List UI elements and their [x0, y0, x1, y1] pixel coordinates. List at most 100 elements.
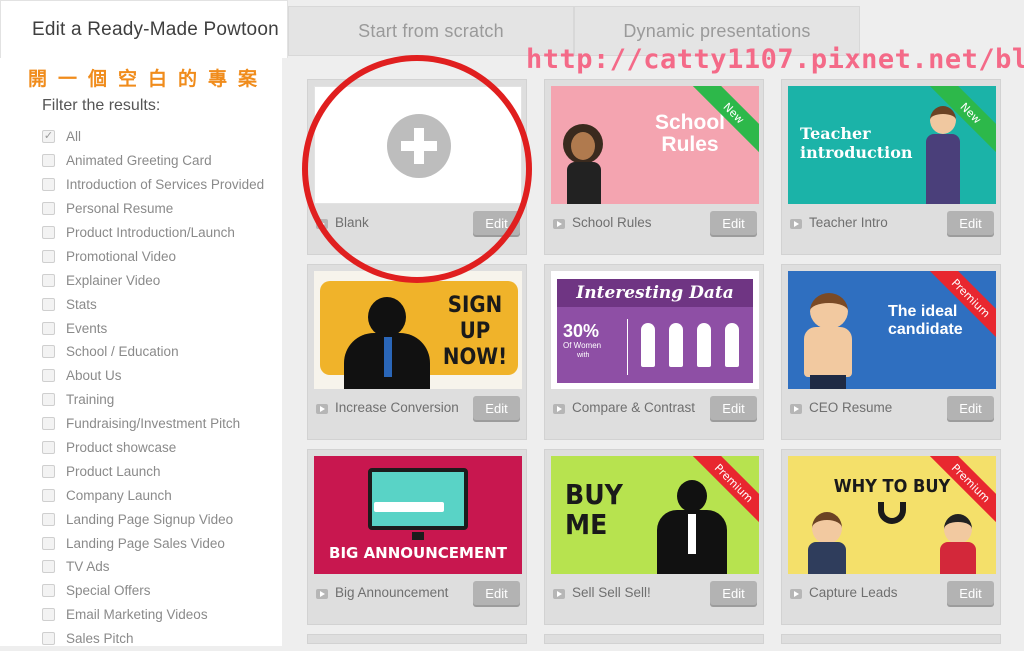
- filter-item[interactable]: Landing Page Signup Video: [42, 507, 264, 531]
- filter-item[interactable]: Introduction of Services Provided: [42, 173, 264, 197]
- highlight-circle: [302, 55, 532, 283]
- blog-url-watermark: http://catty1107.pixnet.net/blog: [526, 44, 1024, 75]
- edit-button[interactable]: Edit: [947, 396, 994, 420]
- filter-checkbox[interactable]: [42, 464, 55, 478]
- filter-checkbox[interactable]: [42, 297, 55, 311]
- filter-checkbox[interactable]: [42, 321, 55, 335]
- monitor-screen: [368, 468, 468, 530]
- card-thumbnail[interactable]: Interesting Data 30% Of Women with: [551, 271, 759, 389]
- edit-button[interactable]: Edit: [473, 396, 520, 420]
- edit-button[interactable]: Edit: [710, 581, 757, 605]
- character-head: [930, 106, 956, 134]
- filter-label: Introduction of Services Provided: [66, 177, 265, 193]
- filter-checkbox[interactable]: [42, 632, 55, 646]
- progress-bar: [374, 502, 444, 512]
- stat-value: 30%: [563, 321, 600, 341]
- video-icon: [316, 404, 328, 414]
- filter-item[interactable]: Animated Greeting Card: [42, 149, 264, 173]
- thumb-title: Teacher introduction: [800, 124, 913, 162]
- filter-checkbox[interactable]: [42, 512, 55, 526]
- filter-checkbox[interactable]: [42, 417, 55, 431]
- monitor-stand: [412, 532, 424, 540]
- card-name: CEO Resume: [809, 400, 893, 415]
- filter-item[interactable]: Fundraising/Investment Pitch: [42, 412, 264, 436]
- filter-item[interactable]: School / Education: [42, 340, 264, 364]
- filter-checkbox[interactable]: [42, 178, 55, 192]
- card-thumbnail[interactable]: Teacher introduction New: [788, 86, 996, 204]
- card-thumbnail[interactable]: SIGN UP NOW!: [314, 271, 522, 389]
- filter-item[interactable]: Product Launch: [42, 459, 264, 483]
- filter-item[interactable]: Promotional Video: [42, 244, 264, 268]
- filter-checkbox[interactable]: [42, 345, 55, 359]
- filter-checkbox[interactable]: [42, 202, 55, 216]
- character-left-body: [808, 542, 846, 574]
- filter-label: Company Launch: [66, 487, 172, 503]
- template-card-teacher-intro[interactable]: Teacher introduction New Teacher Intro E…: [781, 79, 1001, 255]
- card-thumbnail[interactable]: The ideal candidate Premium: [788, 271, 996, 389]
- filter-label: Events: [66, 320, 108, 336]
- filter-checkbox[interactable]: [42, 608, 55, 622]
- edit-button[interactable]: Edit: [473, 581, 520, 605]
- filter-sidebar: 開一個空白的專案 Filter the results: ✓ All Animate…: [0, 56, 282, 646]
- template-card-capture-leads[interactable]: WHY TO BUY Premium Capture Leads Edit: [781, 449, 1001, 625]
- template-card-ceo-resume[interactable]: The ideal candidate Premium CEO Resume E…: [781, 264, 1001, 440]
- filter-checkbox[interactable]: [42, 536, 55, 550]
- filter-checkbox[interactable]: [42, 154, 55, 168]
- filter-item[interactable]: About Us: [42, 364, 264, 388]
- filter-label: Animated Greeting Card: [66, 153, 212, 169]
- filter-checkbox[interactable]: [42, 369, 55, 383]
- filter-checkbox[interactable]: [42, 488, 55, 502]
- edit-button[interactable]: Edit: [710, 211, 757, 235]
- filter-checkbox[interactable]: [42, 560, 55, 574]
- filter-item[interactable]: TV Ads: [42, 555, 264, 579]
- card-name: Big Announcement: [335, 585, 449, 600]
- edit-button[interactable]: Edit: [947, 581, 994, 605]
- filter-item[interactable]: Explainer Video: [42, 268, 264, 292]
- template-card-partial[interactable]: [781, 634, 1001, 644]
- filter-label: Training: [66, 392, 115, 408]
- character-face: [571, 132, 595, 160]
- card-thumbnail[interactable]: BIG ANNOUNCEMENT: [314, 456, 522, 574]
- filter-item[interactable]: Email Marketing Videos: [42, 603, 264, 627]
- filter-item[interactable]: ✓ All: [42, 125, 264, 149]
- filter-item[interactable]: Sales Pitch: [42, 627, 264, 651]
- filter-label: Landing Page Sales Video: [66, 535, 225, 551]
- filter-item[interactable]: Stats: [42, 292, 264, 316]
- filter-item[interactable]: Personal Resume: [42, 197, 264, 221]
- character-left-head: [812, 512, 842, 544]
- card-thumbnail[interactable]: BUY ME Premium: [551, 456, 759, 574]
- filter-checkbox[interactable]: [42, 584, 55, 598]
- filter-label: Special Offers: [66, 583, 151, 599]
- template-card-compare-contrast[interactable]: Interesting Data 30% Of Women with Compa…: [544, 264, 764, 440]
- video-icon: [553, 404, 565, 414]
- template-card-partial[interactable]: [307, 634, 527, 644]
- filter-item[interactable]: Product showcase: [42, 436, 264, 460]
- tab-ready-made[interactable]: Edit a Ready-Made Powtoon: [0, 0, 288, 58]
- filter-checkbox[interactable]: [42, 226, 55, 239]
- filter-item[interactable]: Training: [42, 388, 264, 412]
- character-body: [567, 162, 601, 204]
- filter-item[interactable]: Product Introduction/Launch: [42, 221, 264, 245]
- template-card-partial[interactable]: [544, 634, 764, 644]
- template-card-school-rules[interactable]: School Rules New School Rules Edit: [544, 79, 764, 255]
- video-icon: [790, 404, 802, 414]
- filter-checkbox[interactable]: [42, 273, 55, 287]
- filter-item[interactable]: Company Launch: [42, 483, 264, 507]
- filter-label: Personal Resume: [66, 201, 174, 217]
- filter-item[interactable]: Special Offers: [42, 579, 264, 603]
- template-card-increase-conversion[interactable]: SIGN UP NOW! Increase Conversion Edit: [307, 264, 527, 440]
- filter-item[interactable]: Events: [42, 316, 264, 340]
- filter-checkbox[interactable]: [42, 441, 55, 455]
- stat-with: with: [577, 352, 590, 359]
- edit-button[interactable]: Edit: [710, 396, 757, 420]
- edit-button[interactable]: Edit: [947, 211, 994, 235]
- filter-checkbox[interactable]: [42, 249, 55, 263]
- template-card-sell-sell-sell[interactable]: BUY ME Premium Sell Sell Sell! Edit: [544, 449, 764, 625]
- filter-checkbox[interactable]: ✓: [42, 130, 55, 144]
- card-thumbnail[interactable]: WHY TO BUY Premium: [788, 456, 996, 574]
- card-thumbnail[interactable]: School Rules New: [551, 86, 759, 204]
- filter-label: All: [66, 129, 82, 145]
- filter-checkbox[interactable]: [42, 393, 55, 407]
- template-card-big-announcement[interactable]: BIG ANNOUNCEMENT Big Announcement Edit: [307, 449, 527, 625]
- filter-item[interactable]: Landing Page Sales Video: [42, 531, 264, 555]
